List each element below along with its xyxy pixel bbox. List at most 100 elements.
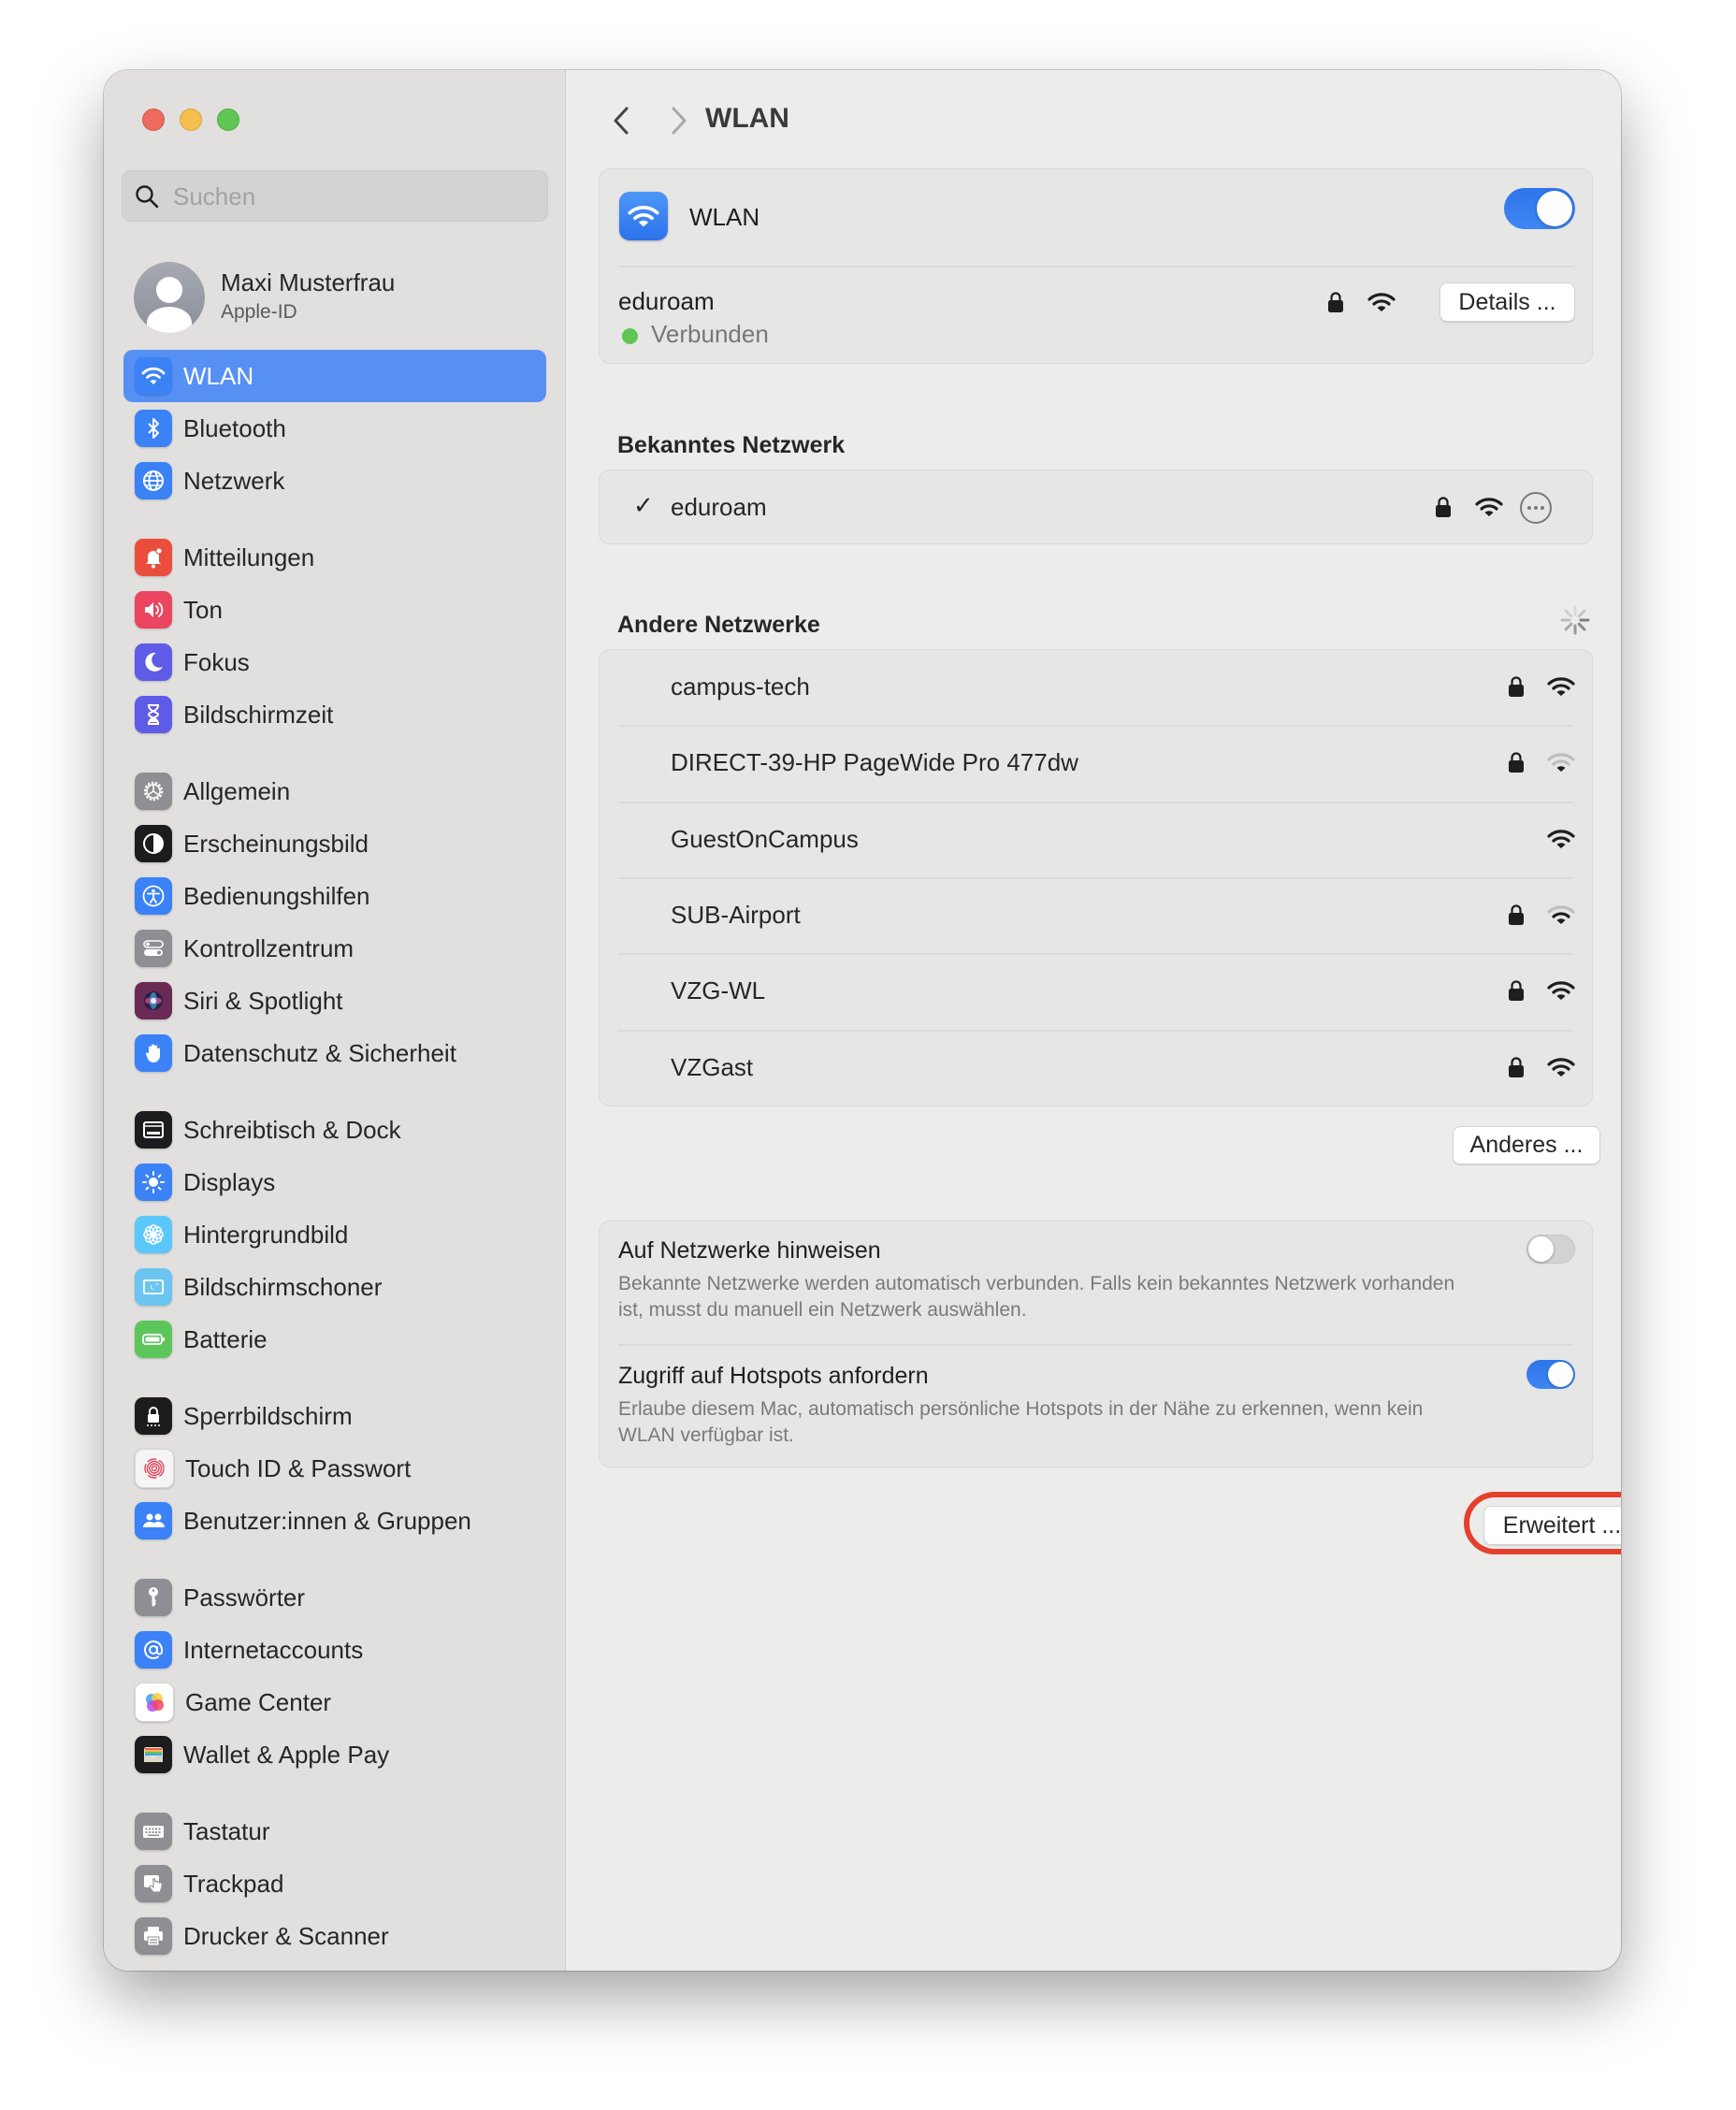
network-row[interactable]: VZGast (600, 1031, 1592, 1106)
lock-icon (1508, 979, 1525, 1002)
network-row[interactable]: VZG-WL (600, 954, 1592, 1030)
sidebar-item-label: Siri & Spotlight (183, 986, 343, 1015)
bluetooth-icon (135, 410, 172, 447)
other-networks-list: campus-tech DIRECT-39-HP PageWide Pro 47… (599, 649, 1593, 1106)
network-row[interactable]: DIRECT-39-HP PageWide Pro 477dw (600, 726, 1592, 802)
back-chevron-icon[interactable] (608, 105, 636, 137)
network-name: VZG-WL (671, 976, 766, 1005)
key-icon (135, 1579, 172, 1616)
hand-icon (135, 1034, 172, 1072)
sidebar-item-fokus[interactable]: Fokus (123, 636, 546, 688)
sidebar-item-label: Datenschutz & Sicherheit (183, 1038, 456, 1067)
network-row[interactable]: GuestOnCampus (600, 802, 1592, 878)
dock-icon (135, 1111, 172, 1149)
wlan-label: WLAN (689, 203, 760, 231)
sidebar-item-erscheinungsbild[interactable]: Erscheinungsbild (123, 817, 546, 870)
sidebar-item-internetaccounts[interactable]: Internetaccounts (123, 1624, 546, 1676)
printer-icon (135, 1917, 172, 1955)
advanced-button[interactable]: Erweitert ... (1483, 1506, 1621, 1545)
wlan-card: WLAN eduroam Verbunden Details ... (599, 168, 1593, 364)
wifi-signal-icon (1547, 829, 1575, 848)
known-network-row[interactable]: ✓ eduroam (599, 470, 1593, 544)
sidebar-item-netzwerk[interactable]: Netzwerk (123, 455, 546, 507)
sidebar-item-kontrollzentrum[interactable]: Kontrollzentrum (123, 922, 546, 975)
sidebar-item-drucker-scanner[interactable]: Drucker & Scanner (123, 1910, 546, 1962)
sidebar-item-tastatur[interactable]: Tastatur (123, 1805, 546, 1857)
network-name: DIRECT-39-HP PageWide Pro 477dw (671, 748, 1078, 777)
sidebar-item-label: Wallet & Apple Pay (183, 1740, 390, 1769)
sidebar: Maxi Musterfrau Apple-ID WLAN Bluetooth Ne… (104, 70, 566, 1971)
sidebar-item-label: Bluetooth (183, 413, 286, 442)
sidebar-item-bedienungshilfen[interactable]: Bedienungshilfen (123, 870, 546, 922)
network-row[interactable]: campus-tech (600, 650, 1592, 726)
lock-icon (1508, 675, 1525, 698)
forward-chevron-icon[interactable] (664, 105, 692, 137)
wifi-signal-icon (1547, 1057, 1575, 1077)
sidebar-item-wallet-apple-pay[interactable]: Wallet & Apple Pay (123, 1728, 546, 1781)
sidebar-item-label: Erscheinungsbild (183, 829, 369, 858)
sidebar-item-schreibtisch-dock[interactable]: Schreibtisch & Dock (123, 1104, 546, 1156)
sidebar-item-touch-id-passwort[interactable]: Touch ID & Passwort (123, 1442, 546, 1495)
sidebar-item-bildschirmschoner[interactable]: Bildschirmschoner (123, 1261, 546, 1313)
sidebar-item-siri-spotlight[interactable]: Siri & Spotlight (123, 975, 546, 1027)
at-icon (135, 1631, 172, 1669)
network-name: SUB-Airport (671, 900, 801, 929)
sidebar-item-label: Netzwerk (183, 466, 285, 495)
fingerprint-icon (135, 1449, 174, 1488)
ask-to-join-toggle[interactable] (1526, 1235, 1575, 1264)
sidebar-item-label: Internetaccounts (183, 1635, 364, 1664)
loading-spinner-icon (1560, 605, 1590, 635)
current-network-name: eduroam (618, 287, 715, 315)
sidebar-item-datenschutz-sicherheit[interactable]: Datenschutz & Sicherheit (123, 1027, 546, 1079)
details-button[interactable]: Details ... (1439, 282, 1575, 322)
wifi-icon (135, 357, 172, 395)
hotspot-toggle[interactable] (1526, 1360, 1575, 1389)
keyboard-icon (135, 1813, 172, 1850)
network-name: campus-tech (671, 672, 810, 701)
wifi-signal-icon (1547, 753, 1575, 773)
sidebar-item-label: Bildschirmschoner (183, 1272, 383, 1301)
sidebar-item-wlan[interactable]: WLAN (123, 350, 546, 402)
sidebar-item-label: Kontrollzentrum (183, 933, 354, 962)
search-field[interactable] (122, 170, 548, 223)
wifi-signal-icon (1475, 497, 1503, 517)
sidebar-item-label: Benutzer:innen & Gruppen (183, 1506, 471, 1535)
speaker-icon (135, 591, 172, 629)
sidebar-item-mitteilungen[interactable]: Mitteilungen (123, 531, 546, 584)
sidebar-item-label: Batterie (183, 1324, 268, 1353)
lock-icon (1508, 1056, 1525, 1078)
checkmark-icon: ✓ (633, 491, 654, 519)
sidebar-item-label: Touch ID & Passwort (185, 1453, 412, 1482)
wlan-toggle[interactable] (1504, 188, 1575, 229)
sidebar-item-allgemein[interactable]: Allgemein (123, 765, 546, 817)
more-options-button[interactable] (1520, 492, 1552, 524)
close-button[interactable] (142, 108, 165, 131)
zoom-button[interactable] (217, 108, 239, 131)
sidebar-item-label: Allgemein (183, 776, 291, 805)
avatar (134, 262, 205, 333)
battery-icon (135, 1321, 172, 1358)
other-network-button[interactable]: Anderes ... (1453, 1126, 1600, 1164)
sidebar-item-bluetooth[interactable]: Bluetooth (123, 402, 546, 455)
profile-name: Maxi Musterfrau (221, 268, 396, 296)
sidebar-item-hintergrundbild[interactable]: Hintergrundbild (123, 1208, 546, 1261)
flower-icon (135, 1216, 172, 1253)
sidebar-item-displays[interactable]: Displays (123, 1156, 546, 1208)
lock-icon (1508, 903, 1525, 926)
sidebar-item-batterie[interactable]: Batterie (123, 1313, 546, 1366)
minimize-button[interactable] (180, 108, 202, 131)
sidebar-item-game-center[interactable]: Game Center (123, 1676, 546, 1728)
sidebar-item-benutzer-innen-gruppen[interactable]: Benutzer:innen & Gruppen (123, 1495, 546, 1547)
control-center-icon (135, 930, 172, 967)
search-input[interactable] (171, 171, 540, 223)
sidebar-item-trackpad[interactable]: Trackpad (123, 1857, 546, 1910)
sidebar-item-bildschirmzeit[interactable]: Bildschirmzeit (123, 688, 546, 741)
sidebar-item-sperrbildschirm[interactable]: Sperrbildschirm (123, 1390, 546, 1442)
sidebar-item-ton[interactable]: Ton (123, 584, 546, 636)
network-row[interactable]: SUB-Airport (600, 878, 1592, 954)
sidebar-item-passwörter[interactable]: Passwörter (123, 1571, 546, 1624)
search-icon (136, 185, 159, 209)
